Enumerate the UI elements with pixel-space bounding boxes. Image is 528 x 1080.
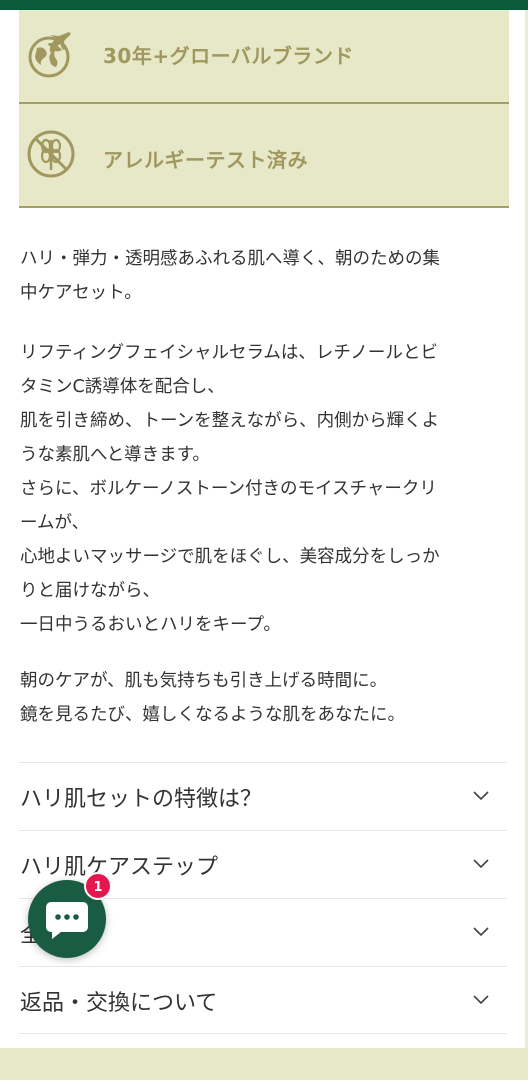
footer-band [0,1048,528,1080]
description-line: 中ケアセット。 [20,283,142,303]
description-line: ハリ・弾力・透明感あふれる肌へ導く、朝のための集 [20,249,440,269]
product-description-intro: ハリ・弾力・透明感あふれる肌へ導く、朝のための集 中ケアセット。 [20,242,510,310]
accordion-label: ハリ肌セットの特徴は？ [20,787,263,812]
badge-global-brand: 30年+グローバルブランド [19,10,509,104]
chevron-down-icon [473,791,489,801]
chevron-down-icon [473,995,489,1005]
no-allergen-icon [27,130,75,178]
description-line: 朝のケアが、肌も気持ちも引き上げる時間に。 [20,671,388,691]
notification-badge: 1 [84,872,112,900]
description-line: ームが、 [20,513,90,533]
globe-plane-icon [28,32,71,78]
description-line: 鏡を見るたび、嬉しくなるような肌をあなたに。 [20,705,405,725]
description-line: リフティングフェイシャルセラムは、レチノールとビ [20,343,438,363]
description-line: りと届けながら、 [20,581,160,601]
chevron-down-icon [473,927,489,937]
badge-allergy-tested: アレルギーテスト済み [19,104,509,208]
accordion-label: 返品・交換について [20,991,218,1016]
badge-label: アレルギーテスト済み [103,148,308,172]
description-line: 一日中うるおいとハリをキープ。 [20,615,281,635]
accordion-features[interactable]: ハリ肌セットの特徴は？ [19,762,507,830]
product-description-body: リフティングフェイシャルセラムは、レチノールとビ タミンC誘導体を配合し、 肌を… [20,336,510,642]
description-line: 肌を引き締め、トーンを整えながら、内側から輝くよ [20,411,440,431]
description-line: 心地よいマッサージで肌をほぐし、美容成分をしっか [20,547,440,567]
top-brand-bar [0,0,528,10]
description-line: さらに、ボルケーノストーン付きのモイスチャークリ [20,479,437,499]
badge-label: 30年+グローバルブランド [103,44,354,68]
accordion-returns[interactable]: 返品・交換について [19,966,507,1034]
accordion-label: ハリ肌ケアステップ [20,855,219,880]
product-description-closing: 朝のケアが、肌も気持ちも引き上げる時間に。 鏡を見るたび、嬉しくなるような肌をあ… [20,664,510,732]
description-line: うな素肌へと導きます。 [20,445,210,465]
chevron-down-icon [473,859,489,869]
description-line: タミンC誘導体を配合し、 [20,377,225,397]
chat-bubble-icon [46,902,88,939]
